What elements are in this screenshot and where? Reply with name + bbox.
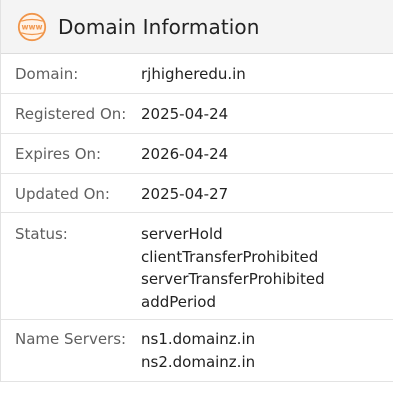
status-row: Status: serverHold clientTransferProhibi… bbox=[1, 213, 393, 320]
domain-row: Domain: rjhigheredu.in bbox=[1, 54, 393, 94]
name-servers-label: Name Servers: bbox=[15, 330, 127, 348]
status-label: Status: bbox=[15, 225, 68, 243]
expires-on-value: 2026-04-24 bbox=[141, 145, 229, 163]
registered-on-row: Registered On: 2025-04-24 bbox=[1, 94, 393, 134]
page-title: Domain Information bbox=[58, 14, 260, 39]
registered-on-value: 2025-04-24 bbox=[141, 105, 229, 123]
svg-text:www: www bbox=[21, 22, 42, 31]
name-servers-row: Name Servers: ns1.domainz.in ns2.domainz… bbox=[1, 320, 393, 382]
expires-on-row: Expires On: 2026-04-24 bbox=[1, 134, 393, 174]
status-value: serverTransferProhibited bbox=[141, 270, 325, 288]
www-globe-icon: www bbox=[17, 12, 47, 41]
updated-on-label: Updated On: bbox=[15, 185, 110, 203]
name-server-value: ns2.domainz.in bbox=[141, 352, 256, 371]
status-value: serverHold bbox=[141, 225, 223, 243]
status-value: clientTransferProhibited bbox=[141, 247, 319, 266]
registered-on-label: Registered On: bbox=[15, 105, 127, 123]
domain-information-panel: www Domain Information Domain: rjhighere… bbox=[0, 0, 393, 382]
expires-on-label: Expires On: bbox=[15, 145, 102, 163]
name-server-value: ns1.domainz.in bbox=[141, 330, 256, 348]
panel-header: www Domain Information bbox=[1, 0, 393, 54]
updated-on-row: Updated On: 2025-04-27 bbox=[1, 174, 393, 213]
domain-value: rjhigheredu.in bbox=[141, 65, 246, 83]
status-value-list: serverHold clientTransferProhibited serv… bbox=[141, 223, 393, 313]
status-value: addPeriod bbox=[141, 292, 217, 311]
updated-on-value: 2025-04-27 bbox=[141, 185, 229, 203]
name-server-list: ns1.domainz.in ns2.domainz.in bbox=[141, 328, 393, 373]
domain-label: Domain: bbox=[15, 65, 79, 83]
